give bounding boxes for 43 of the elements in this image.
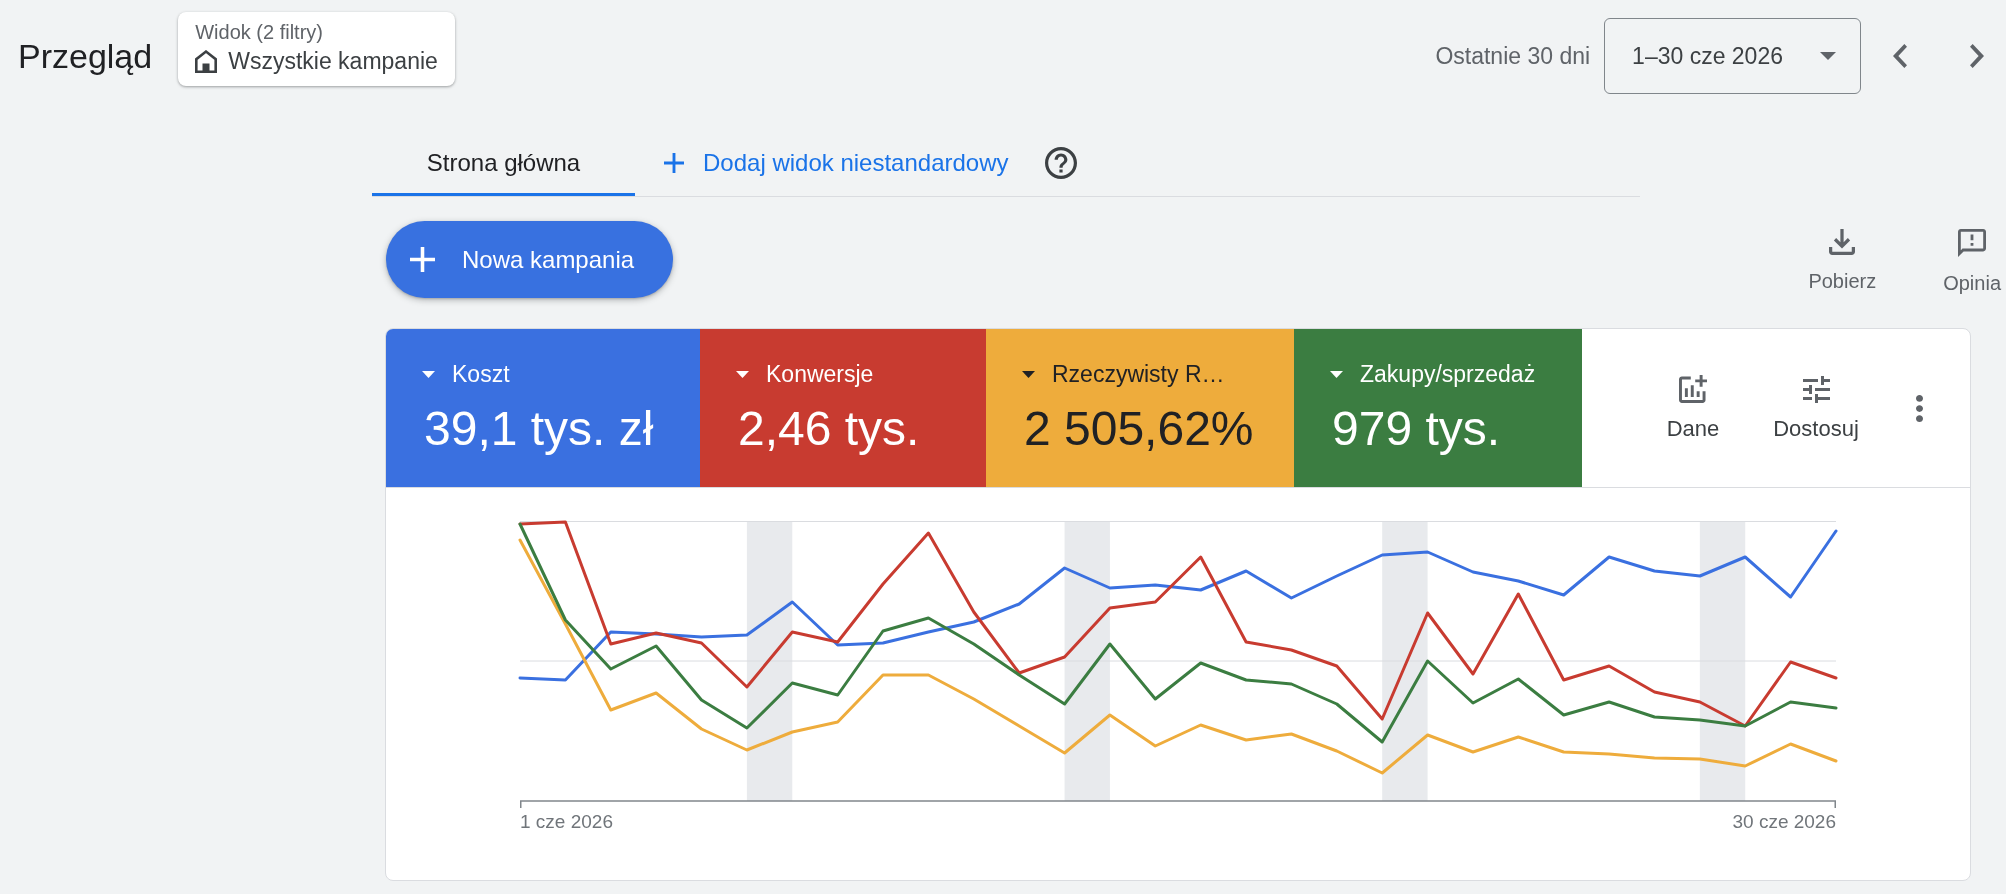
metric-card[interactable]: Zakupy/sprzedaż 979 tys.	[1294, 329, 1582, 487]
page-title: Przegląd	[18, 36, 153, 76]
chevron-right-icon[interactable]	[1970, 44, 1984, 68]
axis-label: 30 cze 2026	[1732, 811, 1836, 833]
metric-card[interactable]: Koszt 39,1 tys. zł	[386, 329, 700, 487]
home-icon	[195, 49, 218, 73]
date-range-dropdown[interactable]: 1–30 cze 2026	[1604, 18, 1861, 94]
metric-dropdown[interactable]: Koszt	[422, 360, 510, 388]
metric-value: 979 tys.	[1332, 401, 1502, 457]
view-name: Wszystkie kampanie	[228, 47, 438, 75]
caret-icon	[1330, 370, 1343, 378]
more-icon[interactable]	[1916, 394, 1923, 422]
metric-value: 2 505,62%	[1024, 401, 1255, 457]
view-selector[interactable]: Widok (2 filtry) Wszystkie kampanie	[178, 12, 455, 86]
caret-icon	[1820, 52, 1836, 60]
metric-dropdown[interactable]: Konwersje	[736, 360, 874, 388]
add-view-link[interactable]: Dodaj widok niestandardowy	[664, 149, 1009, 177]
chart-plus-icon	[1679, 375, 1707, 403]
metric-dropdown[interactable]: Zakupy/sprzedaż	[1330, 360, 1536, 388]
new-campaign-button[interactable]: Nowa kampania	[386, 221, 674, 298]
sliders-icon	[1802, 375, 1830, 403]
caret-icon	[422, 370, 435, 378]
metric-dropdown[interactable]: Rzeczywisty R…	[1022, 360, 1225, 388]
data-button[interactable]: Dane	[1653, 375, 1733, 441]
axis-label: 1 cze 2026	[520, 811, 613, 833]
metric-value: 39,1 tys. zł	[424, 401, 655, 457]
caret-icon	[736, 370, 749, 378]
caret-icon	[1022, 370, 1035, 378]
metric-card[interactable]: Rzeczywisty R… 2 505,62%	[986, 329, 1294, 487]
feedback-button[interactable]: Opinia	[1943, 229, 2001, 295]
metric-value: 2,46 tys.	[738, 401, 921, 457]
plus-icon	[664, 153, 684, 173]
date-range-caption: Ostatnie 30 dni	[1435, 42, 1591, 70]
view-caption: Widok (2 filtry)	[195, 21, 324, 43]
help-icon[interactable]	[1044, 147, 1077, 179]
tab[interactable]: Strona główna	[372, 130, 635, 196]
download-icon	[1829, 229, 1856, 255]
adjust-button[interactable]: Dostosuj	[1761, 375, 1871, 441]
metric-card[interactable]: Konwersje 2,46 tys.	[700, 329, 986, 487]
download-button[interactable]: Pobierz	[1808, 229, 1877, 295]
chevron-left-icon[interactable]	[1893, 44, 1907, 68]
speech-bubble-icon	[1958, 229, 1987, 257]
plus-icon	[410, 247, 435, 272]
